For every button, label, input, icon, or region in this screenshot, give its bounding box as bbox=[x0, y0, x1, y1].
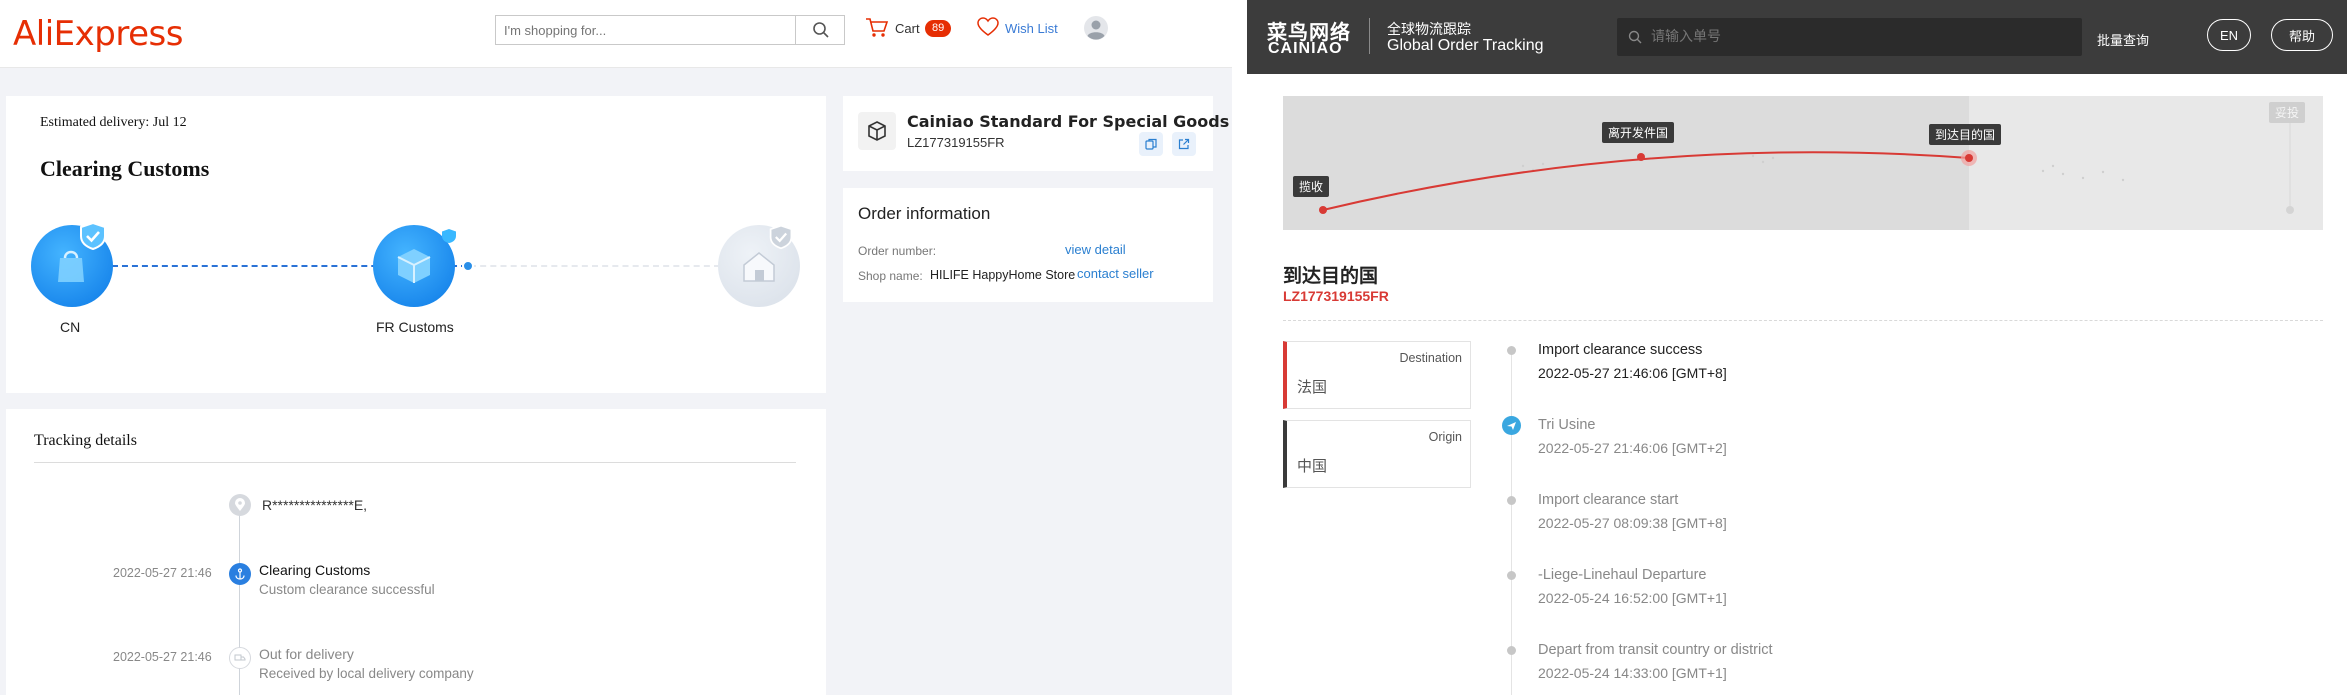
progress-node-label-customs: FR Customs bbox=[376, 319, 454, 335]
event-title: Import clearance start bbox=[1538, 492, 1679, 508]
carrier-name: Cainiao Standard For Special Goods bbox=[907, 112, 1230, 131]
header-divider bbox=[1369, 18, 1370, 54]
ali-header: AliExpress Cart 89 Wish List bbox=[0, 0, 1232, 68]
ali-search-input[interactable] bbox=[496, 16, 796, 44]
open-link-button[interactable] bbox=[1172, 132, 1196, 156]
event-title: -Liege-Linehaul Departure bbox=[1538, 567, 1707, 583]
progress-node-label-origin: CN bbox=[60, 319, 81, 335]
copy-button[interactable] bbox=[1139, 132, 1163, 156]
help-button[interactable]: 帮助 bbox=[2271, 19, 2333, 51]
tracking-number-input[interactable] bbox=[1651, 18, 2071, 56]
map-tag-arrived: 到达目的国 bbox=[1929, 124, 2002, 145]
event-time: 2022-05-27 21:46:06 [GMT+8] bbox=[1538, 365, 1727, 381]
aliexpress-panel: AliExpress Cart 89 Wish List bbox=[0, 0, 1232, 695]
event-dot bbox=[1507, 346, 1516, 355]
event-time: 2022-05-24 14:33:00 [GMT+1] bbox=[1538, 665, 1727, 681]
plane-event-dot bbox=[1502, 416, 1521, 435]
view-detail-link[interactable]: view detail bbox=[1065, 242, 1126, 257]
event-title: Import clearance success bbox=[1538, 342, 1703, 358]
table-row-time: 2022-05-27 21:46 bbox=[113, 566, 212, 580]
event-dot bbox=[1507, 571, 1516, 580]
heart-icon[interactable] bbox=[977, 17, 999, 37]
event-title-current: Clearing Customs bbox=[259, 562, 371, 578]
estimated-delivery: Estimated delivery: Jul 12 bbox=[40, 115, 187, 130]
delivery-address: R***************E, bbox=[262, 497, 368, 513]
event-title: Tri Usine bbox=[1538, 417, 1596, 433]
event-dot bbox=[1507, 496, 1516, 505]
cart-label[interactable]: Cart bbox=[895, 21, 920, 36]
copy-icon bbox=[1145, 138, 1157, 150]
shop-name-label: Shop name: bbox=[858, 269, 923, 283]
cainiao-panel: 菜鸟网络 CAINIAO 全球物流跟踪 Global Order Trackin… bbox=[1247, 0, 2347, 695]
ali-search-box bbox=[495, 15, 845, 45]
event-desc: Received by local delivery company bbox=[259, 666, 474, 681]
shield-check-icon bbox=[80, 221, 106, 251]
event-desc-current: Custom clearance successful bbox=[259, 582, 435, 597]
destination-country: 法国 bbox=[1297, 378, 1328, 396]
cainiao-title-en: Global Order Tracking bbox=[1387, 37, 1544, 54]
carrier-logo bbox=[858, 112, 896, 150]
anchor-icon bbox=[235, 568, 245, 580]
cainiao-search-box bbox=[1617, 18, 2082, 56]
origin-label: Origin bbox=[1428, 430, 1462, 444]
aliexpress-logo[interactable]: AliExpress bbox=[13, 14, 183, 54]
package-icon bbox=[868, 121, 886, 141]
shop-name[interactable]: HILIFE HappyHome Store bbox=[930, 268, 1075, 282]
events-timeline-line bbox=[1511, 350, 1512, 695]
delivery-event-dot bbox=[229, 647, 251, 669]
order-number-label: Order number: bbox=[858, 244, 937, 258]
origin-country: 中国 bbox=[1297, 457, 1328, 475]
shield-check-grey-icon bbox=[769, 224, 793, 250]
event-time: 2022-05-27 21:46:06 [GMT+2] bbox=[1538, 440, 1727, 456]
batch-query-link[interactable]: 批量查询 bbox=[2097, 30, 2149, 49]
cart-count-badge: 89 bbox=[925, 20, 952, 37]
table-row-time: 2022-05-27 21:46 bbox=[113, 650, 212, 664]
tracking-details-title: Tracking details bbox=[34, 432, 137, 449]
external-link-icon bbox=[1178, 138, 1190, 150]
event-title: Depart from transit country or district bbox=[1538, 642, 1773, 658]
ali-search-button[interactable] bbox=[796, 16, 845, 44]
search-icon bbox=[812, 22, 829, 38]
current-status-title: Clearing Customs bbox=[40, 156, 210, 181]
progress-line-pending bbox=[470, 265, 720, 267]
map-tag-delivered: 妥投 bbox=[2269, 102, 2306, 123]
origin-card: Origin 中国 bbox=[1283, 420, 1471, 488]
user-avatar-icon[interactable] bbox=[1083, 15, 1109, 41]
tracking-divider bbox=[34, 462, 796, 463]
event-time: 2022-05-24 16:52:00 [GMT+1] bbox=[1538, 590, 1727, 606]
contact-seller-link[interactable]: contact seller bbox=[1077, 266, 1154, 281]
small-shield-icon bbox=[442, 229, 456, 243]
map-tag-pickup: 揽收 bbox=[1293, 176, 1330, 197]
destination-card: Destination 法国 bbox=[1283, 341, 1471, 409]
cainiao-header: 菜鸟网络 CAINIAO 全球物流跟踪 Global Order Trackin… bbox=[1247, 0, 2347, 74]
package-box-icon bbox=[397, 249, 431, 283]
destination-label: Destination bbox=[1399, 351, 1462, 365]
tracking-number[interactable]: LZ177319155FR bbox=[1283, 288, 1389, 304]
carrier-tracking-number: LZ177319155FR bbox=[907, 135, 1005, 150]
location-pin-icon bbox=[235, 498, 245, 511]
customs-event-dot bbox=[229, 563, 251, 585]
route-map: 揽收 离开发件国 到达目的国 妥投 bbox=[1283, 96, 2323, 230]
dashed-divider bbox=[1283, 320, 2323, 321]
order-information-title: Order information bbox=[858, 204, 991, 223]
event-dot bbox=[1507, 646, 1516, 655]
cainiao-title-cn: 全球物流跟踪 bbox=[1387, 21, 1471, 37]
plane-icon bbox=[1507, 422, 1516, 430]
wishlist-link[interactable]: Wish List bbox=[1005, 21, 1058, 36]
search-icon bbox=[1628, 30, 1642, 44]
cainiao-logo-en[interactable]: CAINIAO bbox=[1268, 40, 1343, 58]
route-map-graphic bbox=[1319, 116, 2294, 214]
event-title: Out for delivery bbox=[259, 646, 354, 662]
address-pin-dot bbox=[229, 494, 251, 516]
event-time: 2022-05-27 08:09:38 [GMT+8] bbox=[1538, 515, 1727, 531]
current-status: 到达目的国 bbox=[1283, 265, 1379, 287]
delivery-truck-icon bbox=[234, 654, 246, 661]
language-button[interactable]: EN bbox=[2207, 19, 2251, 51]
cart-icon[interactable] bbox=[865, 17, 889, 39]
map-tag-departed: 离开发件国 bbox=[1602, 122, 1675, 143]
progress-current-dot bbox=[462, 260, 474, 272]
